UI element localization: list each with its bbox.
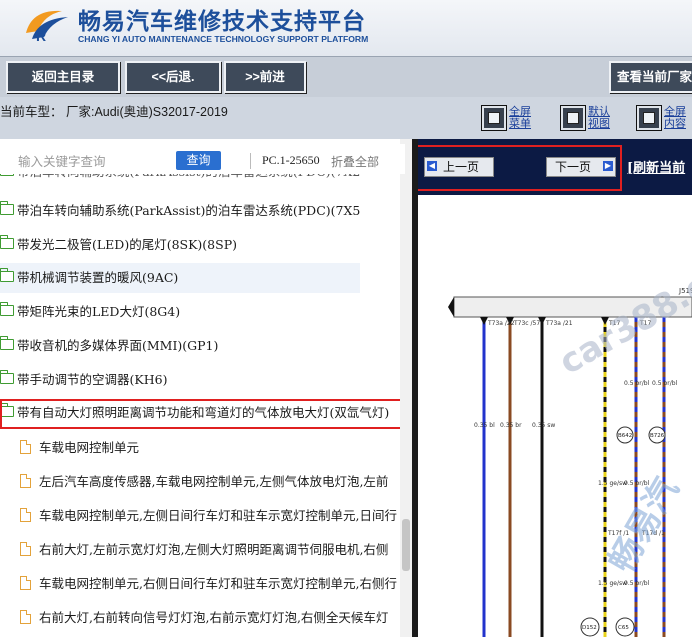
wire-label: 1.5 ge/sw bbox=[598, 480, 627, 487]
folder-icon bbox=[0, 302, 14, 316]
back-to-main-button[interactable]: 返回主目录 bbox=[6, 61, 120, 93]
selection-highlight-box bbox=[0, 399, 410, 429]
default-view-button[interactable]: 默认视图 bbox=[560, 105, 612, 131]
document-icon bbox=[20, 507, 32, 522]
wire-label: 0.5 br/bl bbox=[652, 380, 678, 387]
splice-label: B726 bbox=[650, 433, 665, 439]
tree-folder[interactable]: 带矩阵光束的LED大灯(8G4) bbox=[0, 297, 360, 327]
divider bbox=[250, 153, 251, 169]
pin-arrow bbox=[480, 317, 488, 325]
tree-document[interactable]: 车载电网控制单元,右侧日间行车灯和驻车示宽灯控制单元,右侧行 bbox=[0, 569, 400, 599]
folder-icon bbox=[0, 336, 14, 350]
logo-icon: R bbox=[26, 10, 68, 44]
tree-document[interactable]: 右前大灯,左前示宽灯灯泡,左侧大灯照明距离调节伺服电机,右侧 bbox=[0, 535, 400, 565]
brand-subtitle: CHANG YI AUTO MAINTENANCE TECHNOLOGY SUP… bbox=[78, 34, 369, 44]
wire-label: 0.5 br/bl bbox=[624, 380, 650, 387]
pc-range-label: PC.1-25650 bbox=[262, 153, 320, 167]
tree-folder[interactable]: 带发光二极管(LED)的尾灯(8SK)(8SP) bbox=[0, 230, 360, 260]
fullscreen-content-button[interactable]: 全屏内容 bbox=[636, 105, 688, 131]
connector-arrow bbox=[448, 297, 454, 317]
folder-icon bbox=[0, 268, 14, 282]
fullscreen-menu-label[interactable]: 全屏菜单 bbox=[509, 106, 533, 130]
default-view-label[interactable]: 默认视图 bbox=[588, 106, 612, 130]
panel-left-icon bbox=[481, 105, 507, 131]
tree-scrollbar[interactable] bbox=[400, 139, 412, 637]
folder-icon bbox=[0, 235, 14, 249]
tree-document[interactable]: 左后汽车高度传感器,车载电网控制单元,左侧气体放电灯泡,左前 bbox=[0, 467, 400, 497]
current-vehicle-label: 当前车型： 厂家:Audi(奥迪)S32017-2019 bbox=[0, 105, 228, 119]
pin-label: T73a /22 bbox=[487, 320, 515, 327]
wire-label: 1.5 ge/sw bbox=[598, 580, 627, 587]
split-view-icon bbox=[560, 105, 586, 131]
app-header: R 畅易汽车维修技术支持平台 CHANG YI AUTO MAINTENANCE… bbox=[0, 0, 692, 56]
document-icon bbox=[20, 541, 32, 556]
tree-document[interactable]: 右前大灯,右前转向信号灯灯泡,右前示宽灯灯泡,右侧全天候车灯 bbox=[0, 603, 400, 633]
search-bar: 输入关键字查询 查询 PC.1-25650 折叠全部 bbox=[0, 144, 405, 174]
tree-document[interactable]: 车载电网控制单元,左侧日间行车灯和驻车示宽灯控制单元,日间行 bbox=[0, 501, 400, 531]
tree-document[interactable]: 车载电网控制单元 bbox=[0, 433, 400, 463]
back-button[interactable]: <<后退. bbox=[125, 61, 221, 93]
panel-right-icon bbox=[636, 105, 662, 131]
document-icon bbox=[20, 473, 32, 488]
pin-label: T73c /57 bbox=[513, 320, 540, 327]
pin-label: T73a /21 bbox=[545, 320, 573, 327]
collapse-all-button[interactable]: 折叠全部 bbox=[331, 153, 379, 170]
diagram-viewer: ◀ 上一页 下一页 ▶ [刷新当前 J519 T73a /22 T73c /57… bbox=[412, 139, 692, 637]
tree-folder[interactable]: 带收音机的多媒体界面(MMI)(GP1) bbox=[0, 331, 360, 361]
folder-icon bbox=[0, 370, 14, 384]
document-icon bbox=[20, 439, 32, 454]
document-icon bbox=[20, 575, 32, 590]
view-current-maker-button[interactable]: 查看当前厂家 bbox=[609, 61, 692, 93]
tree-panel: 带泊车转向辅助系统(ParkAssist)的泊车雷达系统(PDC)(7X2) 输… bbox=[0, 139, 412, 637]
wire-label: 0.35 bl bbox=[474, 422, 495, 429]
component-label: D152 bbox=[582, 625, 597, 631]
main-toolbar: 返回主目录 <<后退. >>前进 查看当前厂家 bbox=[0, 56, 692, 98]
wire-label: 0.35 br bbox=[500, 422, 522, 429]
forward-button[interactable]: >>前进 bbox=[224, 61, 306, 93]
tree-folder[interactable]: 带手动调节的空调器(KH6) bbox=[0, 365, 360, 395]
wiring-diagram[interactable]: J519 T73a /22 T73c /57 T73a /21 T17 T17 … bbox=[418, 195, 692, 637]
search-button[interactable]: 查询 bbox=[176, 151, 221, 170]
wire-label: 0.35 sw bbox=[532, 422, 555, 429]
fullscreen-menu-button[interactable]: 全屏菜单 bbox=[481, 105, 533, 131]
svg-text:R: R bbox=[36, 28, 46, 44]
search-input[interactable]: 输入关键字查询 bbox=[18, 151, 106, 170]
refresh-link[interactable]: [刷新当前 bbox=[627, 157, 685, 176]
fullscreen-content-label[interactable]: 全屏内容 bbox=[664, 106, 688, 130]
folder-icon bbox=[0, 201, 14, 215]
tree-folder[interactable]: 带机械调节装置的暖风(9AC) bbox=[0, 263, 360, 293]
component-label: C65 bbox=[618, 625, 629, 631]
brand-title: 畅易汽车维修技术支持平台 bbox=[78, 9, 366, 35]
nav-highlight-box bbox=[418, 145, 622, 191]
watermark: 畅易汽 bbox=[601, 471, 687, 579]
vehicle-info-bar: 当前车型： 厂家:Audi(奥迪)S32017-2019 全屏菜单 默认视图 全… bbox=[0, 97, 692, 139]
splice-label: B642 bbox=[618, 433, 632, 439]
tree-folder[interactable]: 带泊车转向辅助系统(ParkAssist)的泊车雷达系统(PDC)(7X5) bbox=[0, 196, 360, 226]
scrollbar-thumb[interactable] bbox=[402, 519, 410, 571]
wire-label: 0.5 br/bl bbox=[624, 580, 650, 587]
document-icon bbox=[20, 609, 32, 624]
